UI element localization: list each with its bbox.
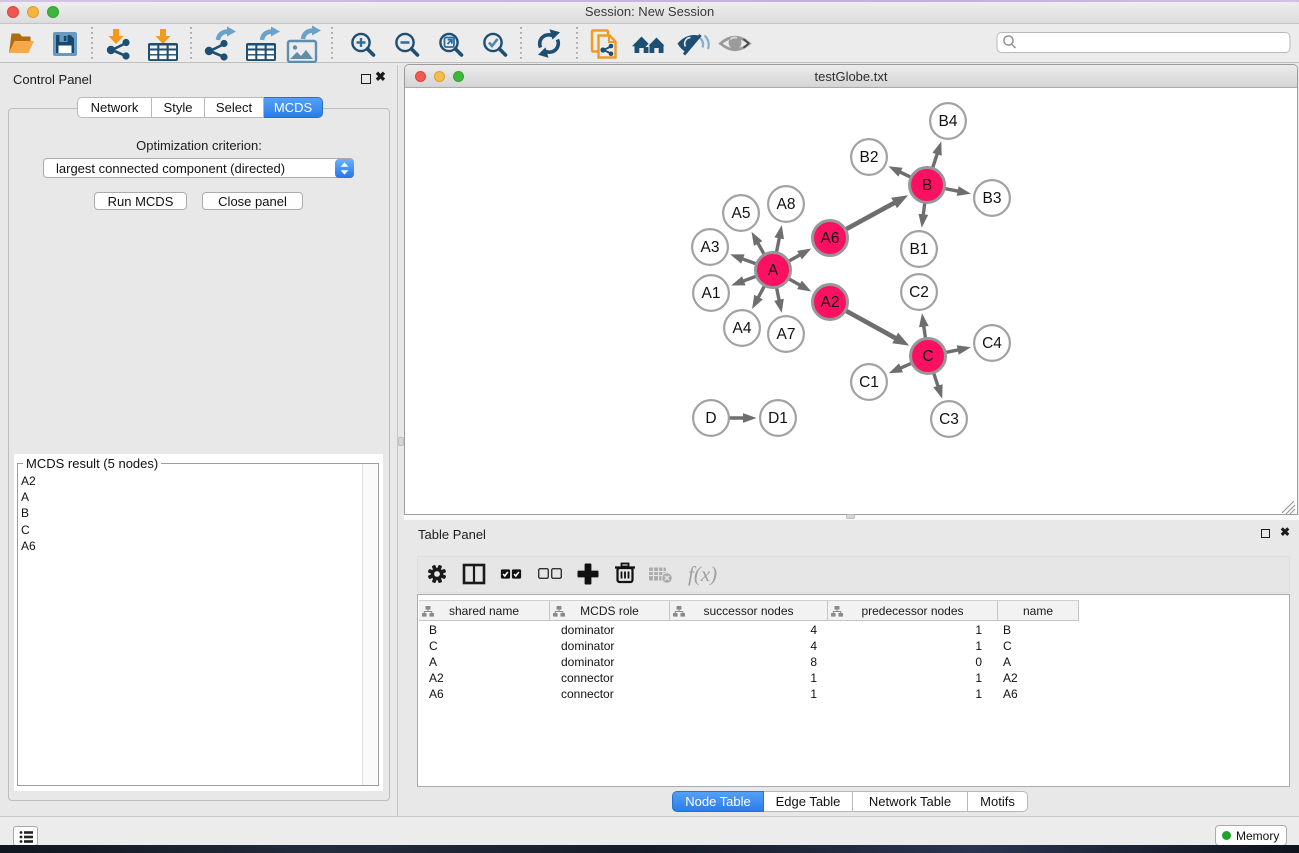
svg-text:A5: A5 — [732, 205, 751, 222]
svg-text:A4: A4 — [733, 320, 752, 337]
svg-text:C: C — [922, 348, 933, 365]
svg-text:A6: A6 — [821, 230, 840, 247]
svg-text:D1: D1 — [768, 410, 788, 427]
svg-text:C4: C4 — [982, 335, 1002, 352]
svg-text:A7: A7 — [777, 326, 796, 343]
svg-text:B2: B2 — [860, 149, 879, 166]
svg-text:A3: A3 — [701, 239, 720, 256]
svg-text:f(x): f(x) — [688, 562, 717, 586]
svg-text:A: A — [768, 262, 779, 279]
svg-text:B1: B1 — [910, 241, 929, 258]
svg-text:D: D — [705, 410, 716, 427]
svg-text:C3: C3 — [939, 411, 959, 428]
svg-text:A8: A8 — [777, 196, 796, 213]
svg-text:B4: B4 — [939, 113, 958, 130]
svg-text:B3: B3 — [983, 190, 1002, 207]
svg-text:A1: A1 — [702, 285, 721, 302]
svg-text:B: B — [922, 177, 932, 194]
svg-text:C1: C1 — [859, 374, 879, 391]
svg-text:A2: A2 — [821, 294, 840, 311]
svg-text:C2: C2 — [909, 284, 929, 301]
